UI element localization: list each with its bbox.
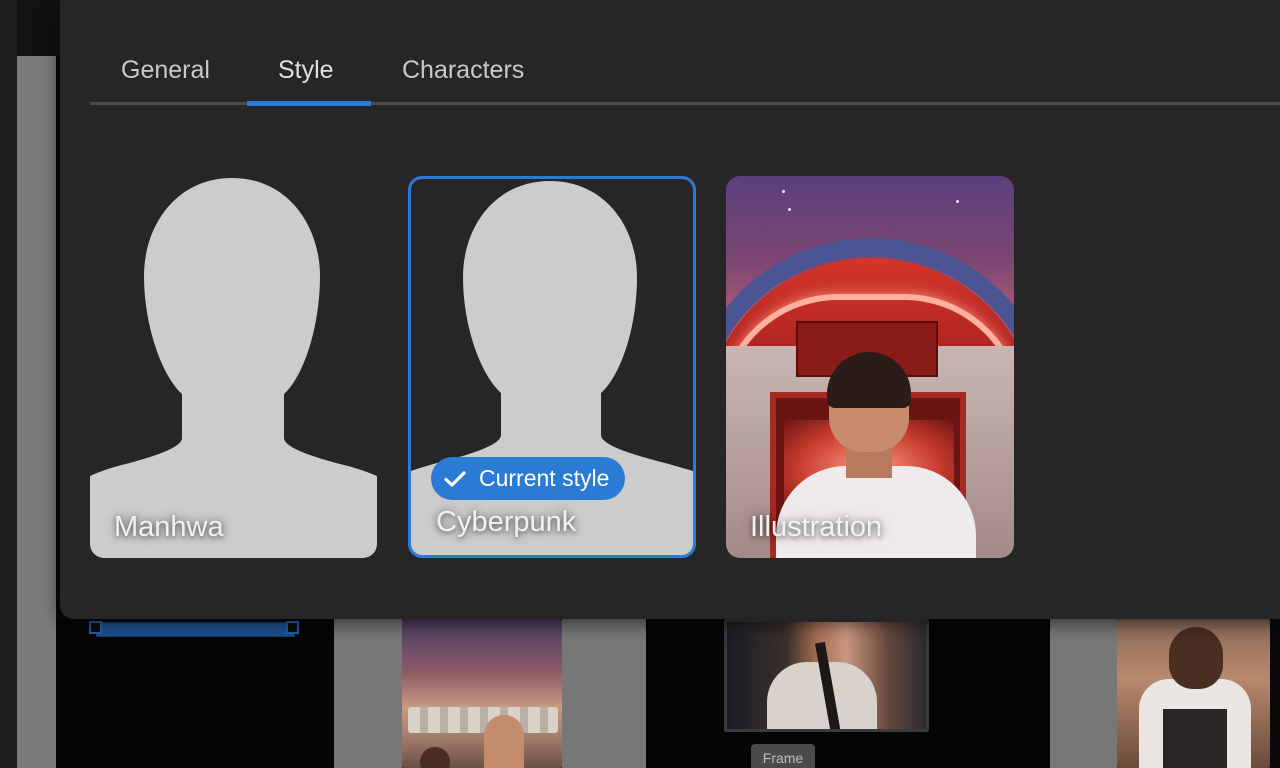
tab-general[interactable]: General xyxy=(121,50,210,90)
star-shape xyxy=(956,200,959,203)
storyboard-gutter xyxy=(562,619,646,768)
style-card-label: Cyberpunk xyxy=(436,506,577,538)
selection-bar[interactable] xyxy=(96,622,295,637)
storyboard-gutter xyxy=(1050,619,1117,768)
current-style-badge: Current style xyxy=(431,457,626,500)
star-shape xyxy=(788,208,791,211)
figure-shape xyxy=(420,747,450,768)
star-shape xyxy=(782,190,785,193)
style-card-label: Manhwa xyxy=(114,511,224,543)
storyboard-cell[interactable] xyxy=(56,619,334,768)
check-icon xyxy=(444,470,466,487)
active-tab-indicator xyxy=(247,101,371,106)
apron-shape xyxy=(1163,709,1227,768)
panel-thumbnail-image[interactable] xyxy=(1117,619,1270,768)
settings-modal: General Style Characters Manhwa Current … xyxy=(60,0,1280,619)
head-shape xyxy=(1169,627,1223,689)
tab-characters[interactable]: Characters xyxy=(402,50,524,90)
style-card-cyberpunk[interactable]: Current style Cyberpunk xyxy=(408,176,696,558)
left-rail xyxy=(0,0,17,768)
resize-handle-right[interactable] xyxy=(286,621,299,634)
figure-shape xyxy=(484,715,524,768)
awning-shape xyxy=(408,707,558,733)
panel-thumbnail-image[interactable] xyxy=(724,619,929,732)
style-card-illustration[interactable]: Illustration xyxy=(726,176,1014,558)
tab-bar: General Style Characters xyxy=(90,0,1280,106)
style-card-label: Illustration xyxy=(750,511,883,543)
app-root: Frame General Style Characters Manhwa Cu… xyxy=(0,0,1280,768)
resize-handle-left[interactable] xyxy=(89,621,102,634)
top-strip xyxy=(17,0,60,56)
person-silhouette-icon xyxy=(90,178,377,558)
badge-label: Current style xyxy=(479,465,610,491)
left-scroll-strip xyxy=(17,56,56,768)
frame-tag[interactable]: Frame xyxy=(751,744,815,768)
panel-thumbnail-image[interactable] xyxy=(402,619,562,768)
tab-style[interactable]: Style xyxy=(278,50,334,90)
style-card-manhwa[interactable]: Manhwa xyxy=(90,176,377,558)
storyboard-gutter xyxy=(334,619,402,768)
